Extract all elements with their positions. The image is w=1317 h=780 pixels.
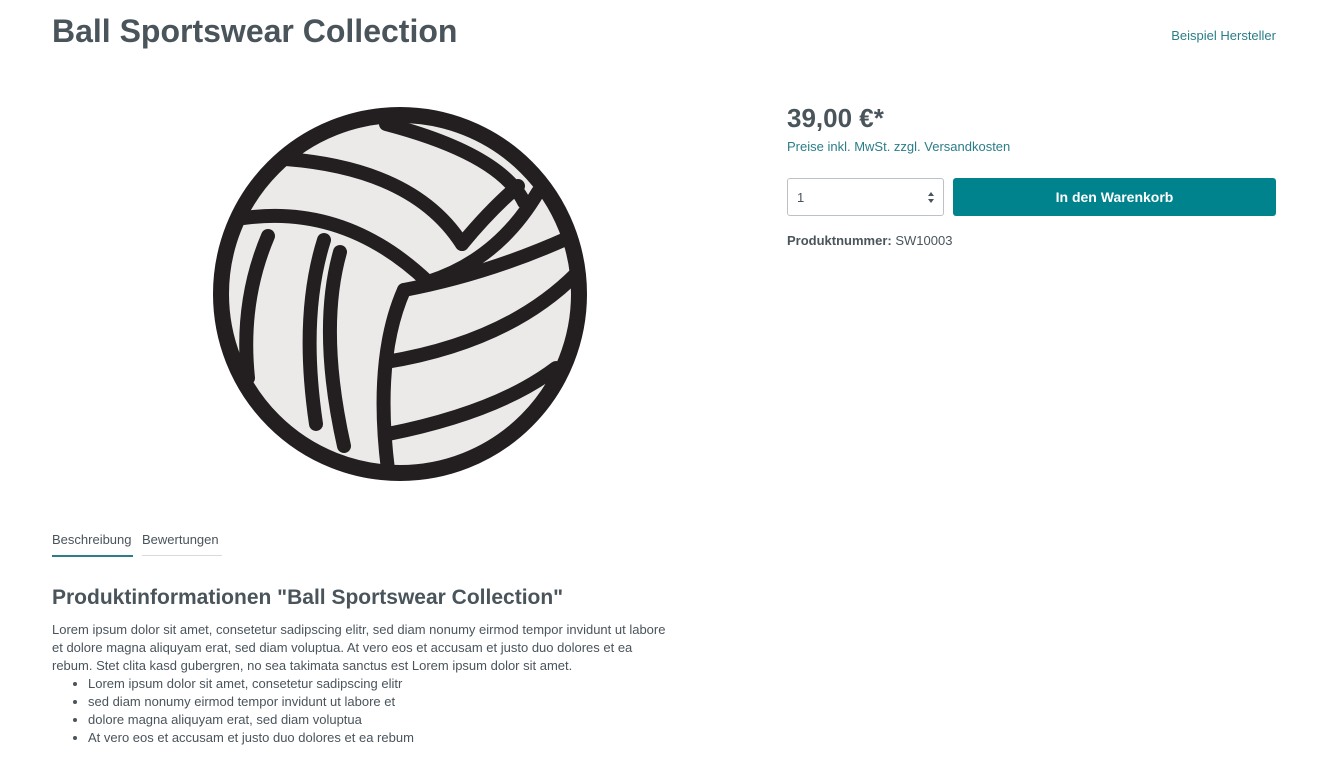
list-item: sed diam nonumy eirmod tempor invidunt u…: [88, 693, 414, 711]
tab-description[interactable]: Beschreibung: [52, 531, 133, 557]
list-item: Lorem ipsum dolor sit amet, consetetur s…: [88, 675, 414, 693]
volleyball-icon: [213, 107, 587, 481]
tab-reviews[interactable]: Bewertungen: [142, 531, 222, 556]
product-image[interactable]: [212, 106, 588, 482]
tax-info-link[interactable]: Preise inkl. MwSt. zzgl. Versandkosten: [787, 138, 1010, 155]
add-to-cart-button[interactable]: In den Warenkorb: [953, 178, 1276, 216]
product-price: 39,00 €*: [787, 103, 884, 133]
list-item: dolore magna aliquyam erat, sed diam vol…: [88, 711, 414, 729]
product-number-label: Produktnummer:: [787, 233, 892, 248]
select-arrows-icon: [928, 192, 934, 203]
buy-widget: 1 In den Warenkorb: [787, 178, 1276, 216]
description-text: Lorem ipsum dolor sit amet, consetetur s…: [52, 622, 666, 673]
page-title: Ball Sportswear Collection: [52, 13, 458, 49]
description-list: Lorem ipsum dolor sit amet, consetetur s…: [52, 675, 414, 747]
product-number-value: SW10003: [895, 233, 953, 248]
product-number: Produktnummer: SW10003: [787, 232, 952, 249]
quantity-select[interactable]: 1: [787, 178, 944, 216]
description-heading: Produktinformationen "Ball Sportswear Co…: [52, 586, 564, 609]
buybox: 39,00 €* Preise inkl. MwSt. zzgl. Versan…: [787, 100, 1276, 248]
quantity-value: 1: [797, 190, 805, 205]
list-item: At vero eos et accusam et justo duo dolo…: [88, 729, 414, 747]
manufacturer-link[interactable]: Beispiel Hersteller: [1171, 27, 1276, 44]
